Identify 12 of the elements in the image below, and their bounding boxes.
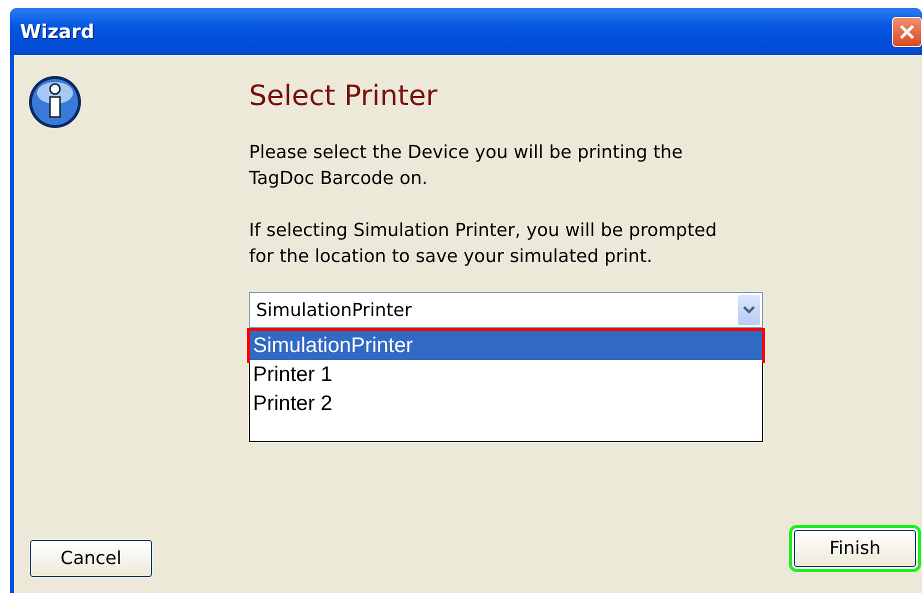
dropdown-value: SimulationPrinter — [256, 300, 412, 320]
instruction-text: If selecting Simulation Printer, you will be prompted for the location to save your simulated print. — [249, 219, 718, 269]
chevron-down-icon — [743, 306, 755, 314]
close-button[interactable] — [892, 16, 922, 46]
info-icon — [28, 75, 82, 129]
instruction-text: Please select the Device you will be printing the TagDoc Barcode on. — [249, 141, 684, 191]
window-title: Wizard — [20, 20, 94, 42]
dropdown-option[interactable]: SimulationPrinter — [250, 331, 762, 360]
printer-dropdown[interactable]: SimulationPrinter — [249, 292, 763, 328]
page-heading: Select Printer — [249, 79, 438, 112]
close-icon — [898, 22, 916, 40]
cancel-button[interactable]: Cancel — [30, 540, 152, 577]
